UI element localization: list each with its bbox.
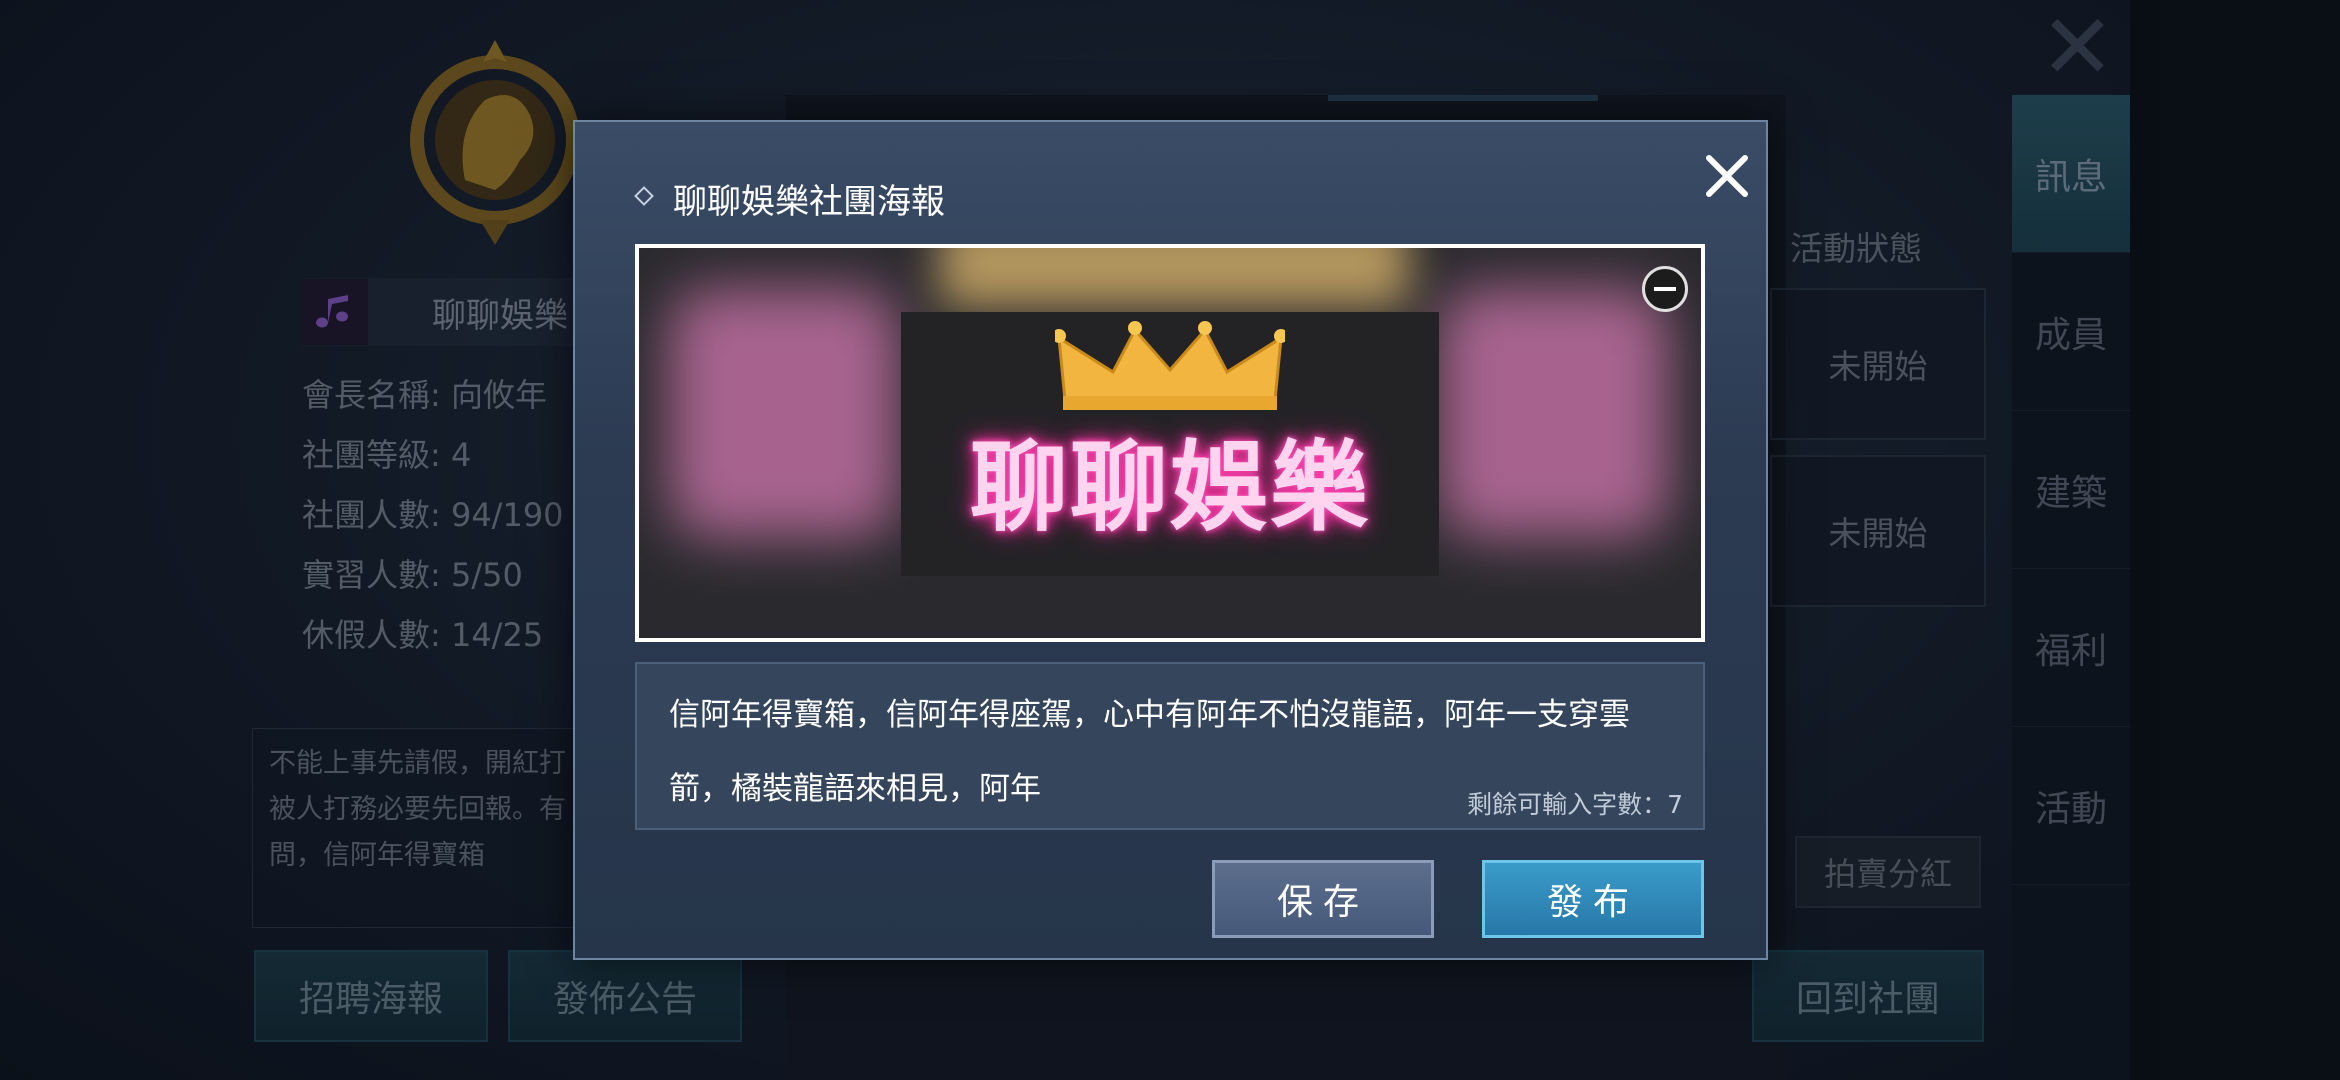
close-icon[interactable] [1695,144,1759,208]
dialog-title: 聊聊娛樂社團海報 [673,182,945,222]
remove-image-button[interactable] [1642,266,1688,312]
minus-icon [1654,287,1676,291]
publish-button[interactable]: 發布 [1482,860,1704,938]
diamond-icon [634,186,654,206]
poster-image[interactable]: 聊聊娛樂 [635,244,1705,642]
poster-description-input[interactable]: 信阿年得寶箱，信阿年得座駕，心中有阿年不怕沒龍語，阿年一支穿雲箭，橘裝龍語來相見… [635,662,1705,830]
poster-dialog: 聊聊娛樂社團海報 聊聊娛樂 信阿年得寶箱，信阿年得座駕，心中有阿年不怕沒龍語，阿… [573,120,1768,960]
poster-decoration [1439,288,1669,538]
save-button[interactable]: 保存 [1212,860,1434,938]
poster-glow [939,248,1409,308]
poster-decoration [669,288,899,538]
game-screen: 聊聊娛樂 會長名稱: 向攸年 社團等級: 4 社團人數: 94/190 實習人數… [0,0,2340,1080]
poster-neon-text: 聊聊娛樂 [969,431,1370,545]
remaining-char-count: 剩餘可輸入字數：7 [1467,790,1683,819]
poster-sign: 聊聊娛樂 [901,312,1439,576]
crown-icon [1055,321,1285,410]
